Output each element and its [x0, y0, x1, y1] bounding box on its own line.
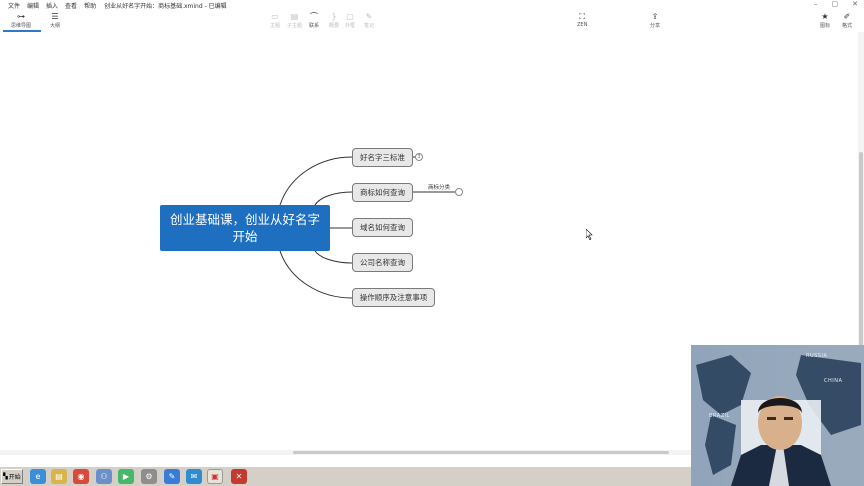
document-app-icon[interactable]: ▣	[207, 469, 223, 484]
central-topic[interactable]: 创业基础课，创业从好名字开始	[160, 205, 330, 251]
connector-line	[314, 191, 353, 206]
media-player-icon[interactable]: ▶	[118, 469, 134, 484]
connector-line	[279, 250, 353, 299]
collapsed-count-badge[interactable]: 3	[415, 153, 423, 161]
start-button[interactable]: ▚ 开始	[1, 469, 23, 484]
map-label-china: CHINA	[824, 378, 843, 384]
map-label-brazil: BRAZIL	[709, 413, 730, 419]
windows-logo-icon: ▚	[3, 473, 8, 480]
topic-steps-and-notes[interactable]: 操作顺序及注意事项	[352, 288, 435, 307]
chrome-icon[interactable]: ◉	[73, 469, 89, 484]
mouse-cursor-icon	[586, 229, 593, 240]
file-explorer-icon[interactable]: ▤	[51, 469, 67, 484]
ie-browser-icon[interactable]: e	[30, 469, 46, 484]
webcam-overlay: RUSSIA CHINA BRAZIL	[691, 345, 864, 486]
settings-gear-icon[interactable]: ⚙	[141, 469, 157, 484]
subtopic-trademark-classes[interactable]: 商标分类	[428, 183, 450, 191]
topic-trademark-search[interactable]: 商标如何查询	[352, 183, 413, 202]
feather-app-icon[interactable]: ✎	[164, 469, 180, 484]
horizontal-scroll-thumb[interactable]	[293, 451, 669, 454]
xmind-app-icon[interactable]: ✕	[231, 469, 247, 484]
collapse-toggle[interactable]	[455, 188, 463, 196]
vertical-scroll-thumb[interactable]	[859, 152, 863, 352]
network-icon[interactable]: ⚇	[96, 469, 112, 484]
topic-domain-search[interactable]: 域名如何查询	[352, 218, 413, 237]
connector-line	[314, 250, 353, 264]
connector-line	[279, 156, 353, 206]
map-label-russia: RUSSIA	[806, 353, 828, 359]
topic-company-name-search[interactable]: 公司名称查询	[352, 253, 413, 272]
topic-good-name-standards[interactable]: 好名字三标准	[352, 148, 413, 167]
chat-app-icon[interactable]: ✉	[186, 469, 202, 484]
xmind-window: 文件 编辑 插入 查看 帮助 创业从好名字开始：商标基础.xmind - 已编辑…	[0, 0, 864, 486]
start-label: 开始	[8, 474, 21, 481]
